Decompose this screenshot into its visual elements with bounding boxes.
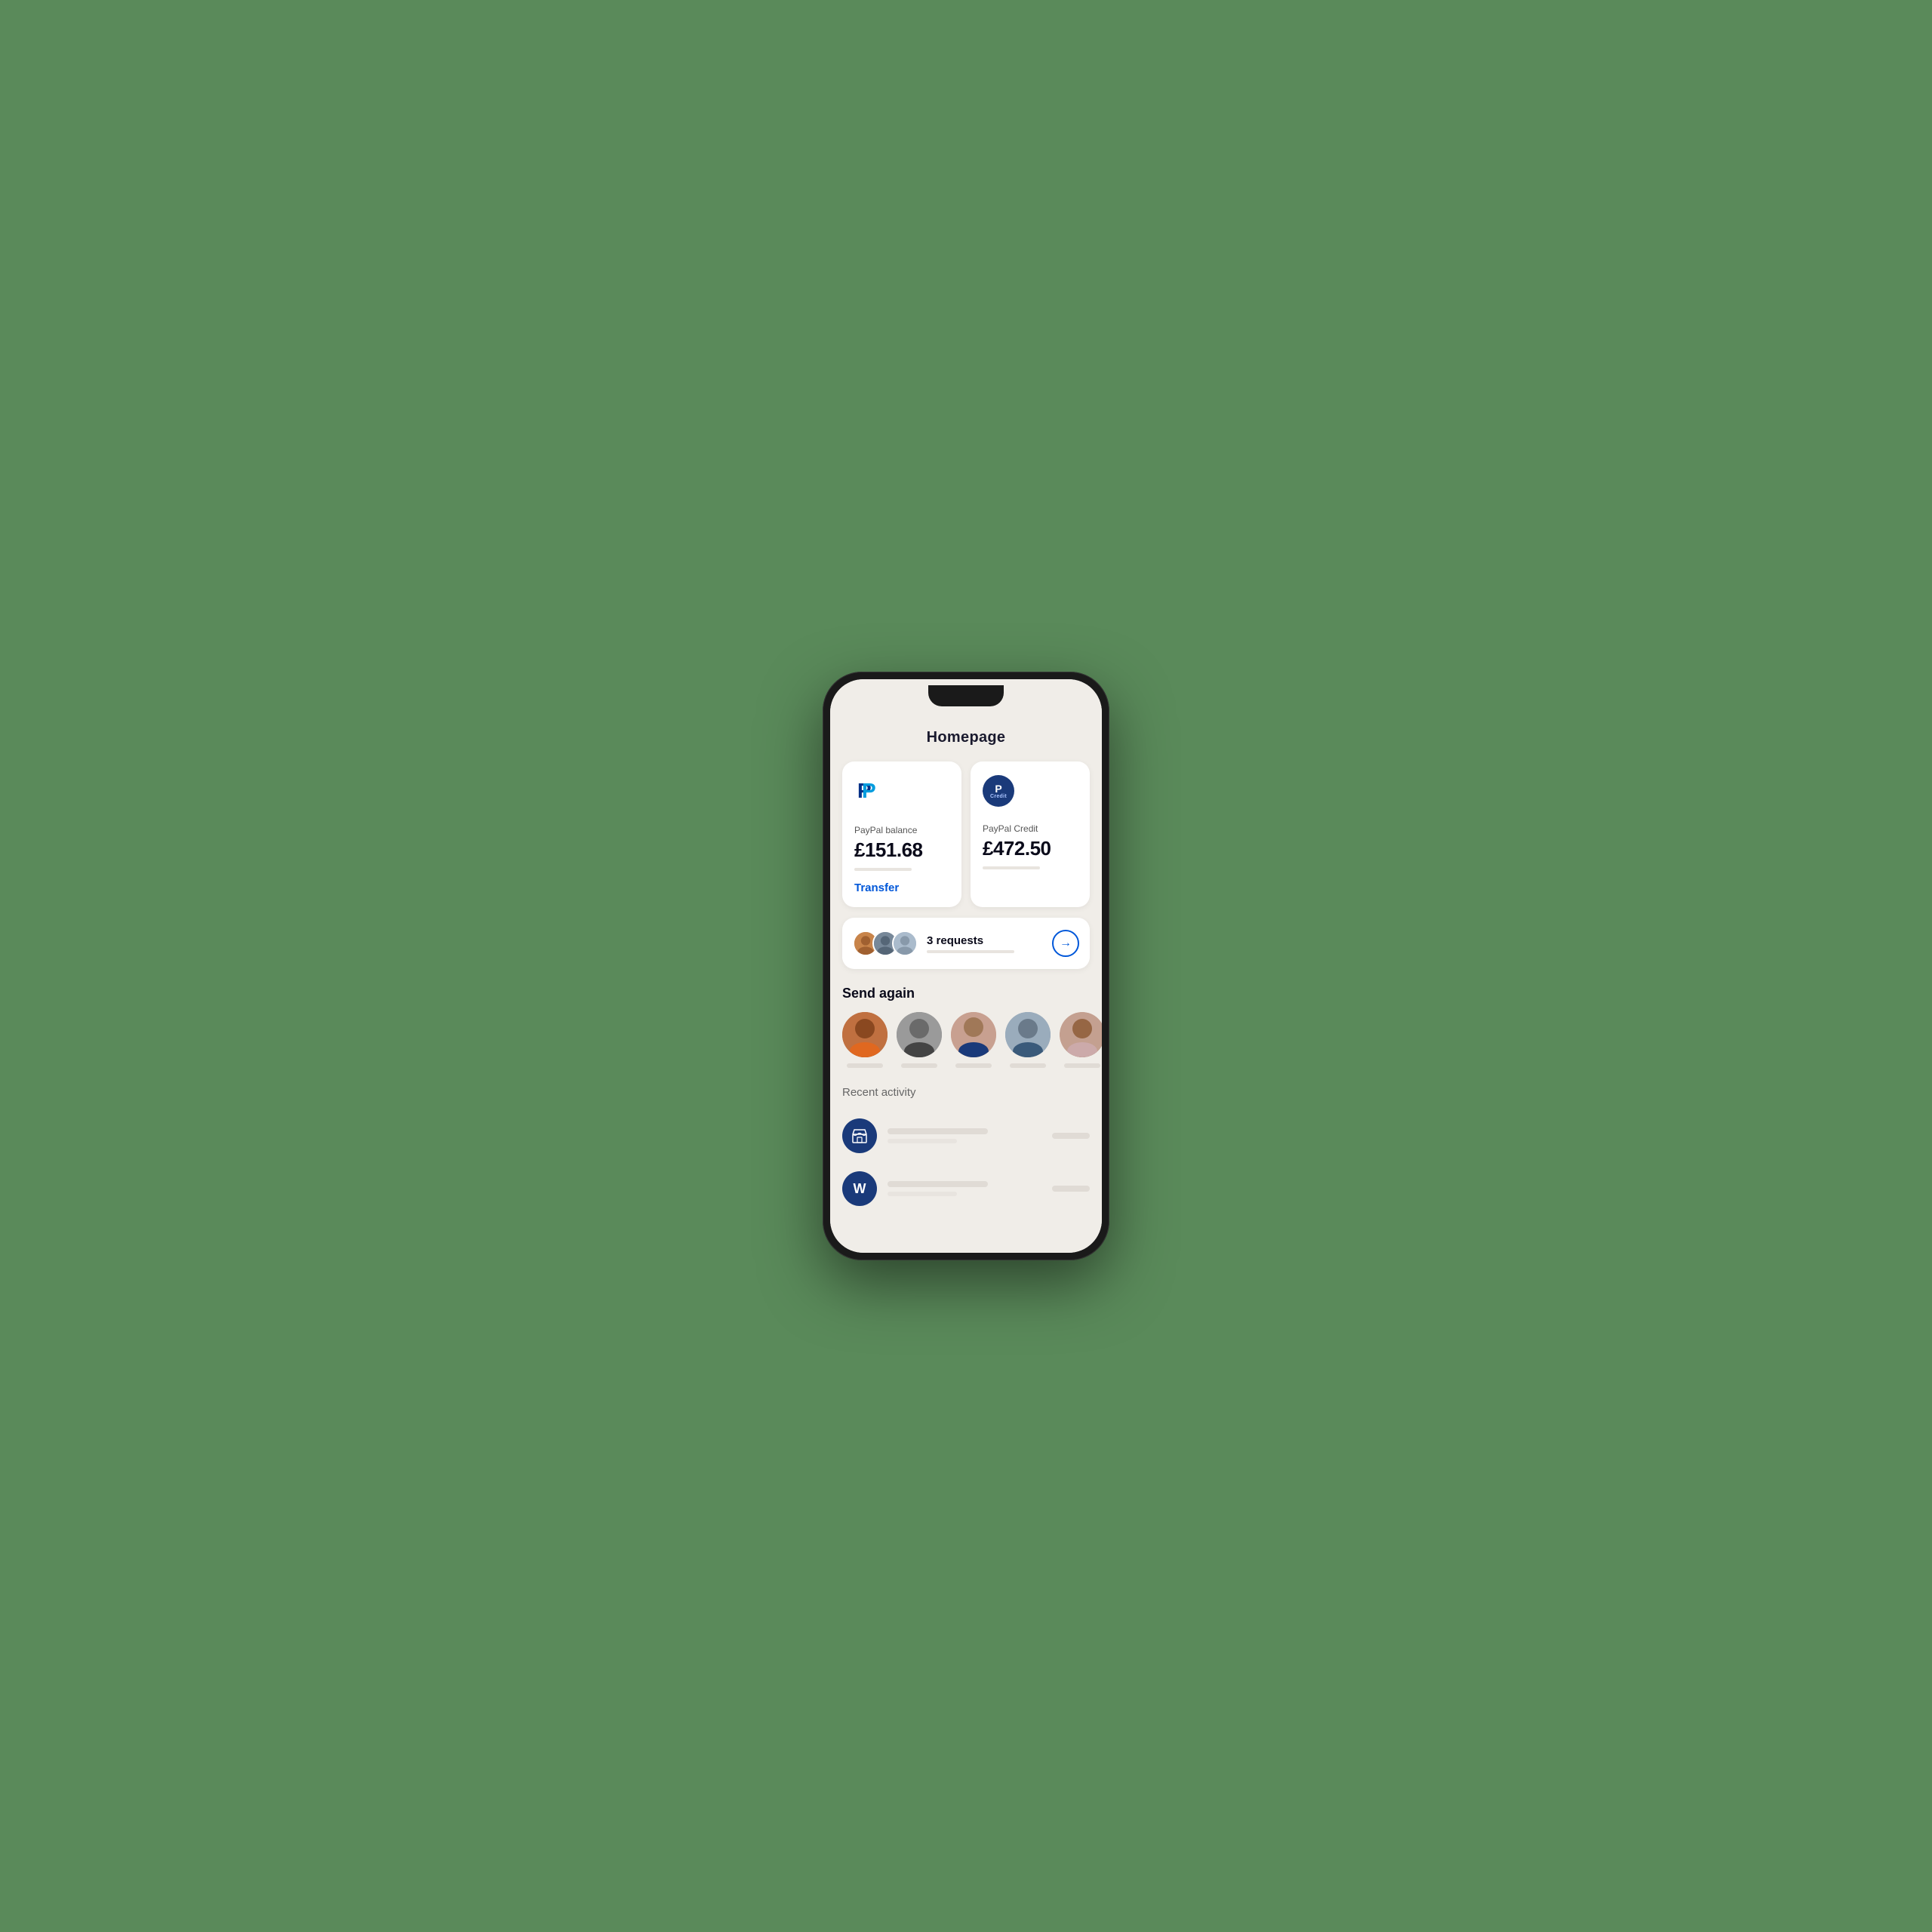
contact-item-5[interactable] <box>1060 1012 1102 1068</box>
activity-item-2[interactable]: W <box>830 1162 1102 1215</box>
activity-icon-w: W <box>842 1171 877 1206</box>
contact-avatar-5 <box>1060 1012 1102 1057</box>
activity-amount-1 <box>1052 1133 1090 1139</box>
activity-text-1 <box>888 1128 1041 1143</box>
paypal-credit-label: PayPal Credit <box>983 823 1078 834</box>
contact-avatar-4 <box>1005 1012 1051 1057</box>
paypal-credit-card[interactable]: P Credit PayPal Credit £472.50 <box>971 761 1090 907</box>
contact-name-5 <box>1064 1063 1100 1068</box>
contact-item-3[interactable] <box>951 1012 996 1068</box>
contact-name-2 <box>901 1063 937 1068</box>
recent-activity-title: Recent activity <box>830 1086 1102 1109</box>
send-again-title: Send again <box>830 980 1102 1012</box>
request-avatars <box>853 931 918 956</box>
contact-avatar-2 <box>897 1012 942 1057</box>
phone-frame: Homepage P P PayPal balance £151.68 Tran… <box>823 672 1109 1260</box>
activity-line1-2 <box>888 1181 988 1187</box>
phone-notch <box>928 685 1004 706</box>
contact-item-2[interactable] <box>897 1012 942 1068</box>
requests-bar <box>927 950 1014 953</box>
paypal-balance-amount: £151.68 <box>854 838 949 862</box>
requests-text: 3 requests <box>927 934 1052 953</box>
contact-item-1[interactable] <box>842 1012 888 1068</box>
svg-text:P: P <box>862 779 876 802</box>
activity-text-2 <box>888 1181 1041 1196</box>
paypal-credit-bar <box>983 866 1040 869</box>
contact-avatar-3 <box>951 1012 996 1057</box>
requests-arrow-button[interactable]: → <box>1052 930 1079 957</box>
requests-label: 3 requests <box>927 934 1052 947</box>
activity-line2-1 <box>888 1139 957 1143</box>
paypal-credit-amount: £472.50 <box>983 837 1078 860</box>
screen-content: Homepage P P PayPal balance £151.68 Tran… <box>830 679 1102 1253</box>
requests-card[interactable]: 3 requests → <box>842 918 1090 969</box>
activity-line1-1 <box>888 1128 988 1134</box>
send-again-row <box>830 1012 1102 1068</box>
activity-line2-2 <box>888 1192 957 1196</box>
paypal-balance-label: PayPal balance <box>854 825 949 835</box>
paypal-logo-icon: P P <box>854 775 883 804</box>
activity-amount-2 <box>1052 1186 1090 1192</box>
contact-item-4[interactable] <box>1005 1012 1051 1068</box>
paypal-credit-icon: P Credit <box>983 775 1014 807</box>
phone-screen: Homepage P P PayPal balance £151.68 Tran… <box>830 679 1102 1253</box>
credit-text-label: Credit <box>990 794 1007 799</box>
activity-item-1[interactable] <box>830 1109 1102 1162</box>
activity-icon-store <box>842 1118 877 1153</box>
credit-p-letter: P <box>995 783 1001 794</box>
contact-name-3 <box>955 1063 992 1068</box>
contact-name-1 <box>847 1063 883 1068</box>
contact-name-4 <box>1010 1063 1046 1068</box>
contact-avatar-1 <box>842 1012 888 1057</box>
paypal-balance-card[interactable]: P P PayPal balance £151.68 Transfer <box>842 761 961 907</box>
request-avatar-3 <box>892 931 918 956</box>
paypal-balance-bar <box>854 868 912 871</box>
page-title: Homepage <box>830 717 1102 761</box>
cards-row: P P PayPal balance £151.68 Transfer P Cr… <box>830 761 1102 907</box>
transfer-link[interactable]: Transfer <box>854 881 899 894</box>
